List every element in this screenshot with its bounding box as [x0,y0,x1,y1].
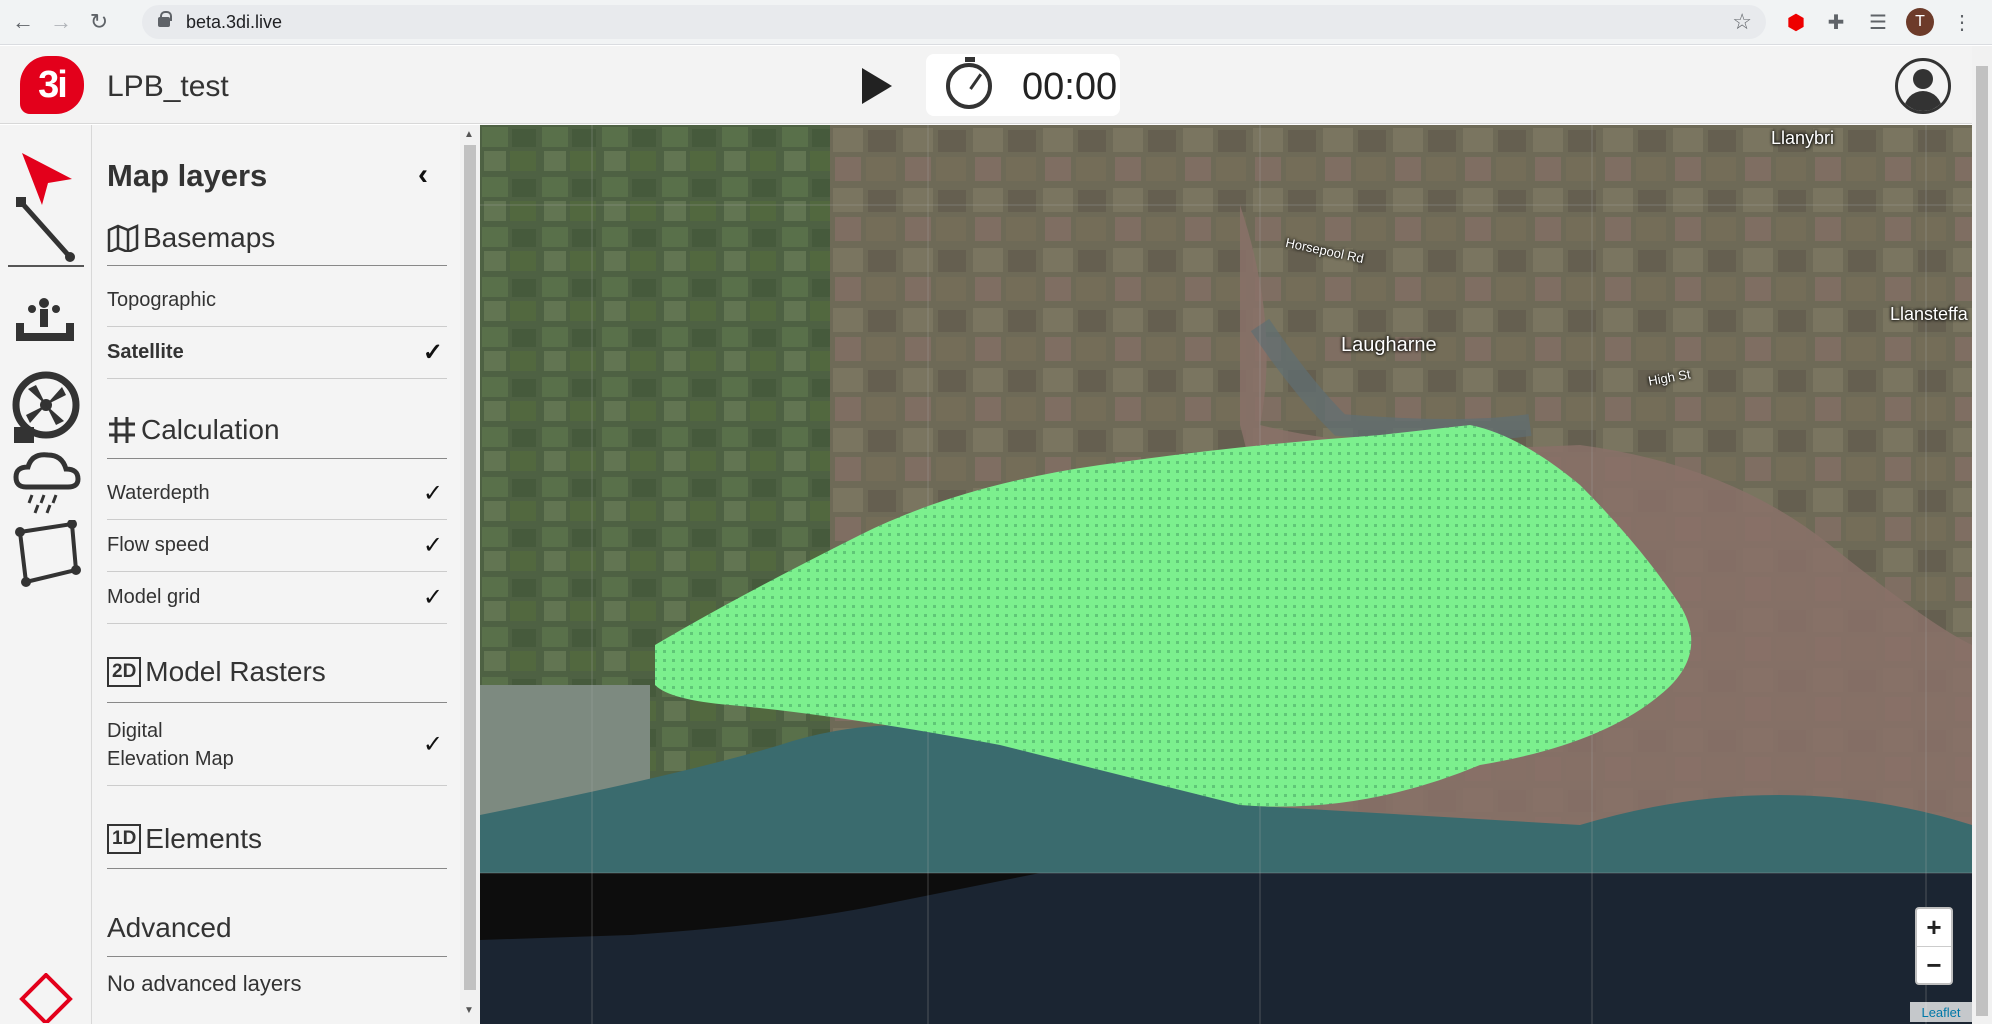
check-icon: ✓ [422,584,443,611]
browser-menu-icon[interactable]: ⋮ [1948,8,1976,36]
section-model-rasters-title: Model Rasters [145,656,326,687]
panel-title: Map layers [107,158,268,193]
check-icon: ✓ [422,532,443,559]
profile-initial: T [1906,8,1934,36]
satellite-basemap [480,125,1972,1024]
app-logo[interactable]: 3i [20,56,84,114]
layer-label: Flow speed [107,534,210,556]
tool-sidebar [0,125,92,1024]
section-basemaps: Basemaps [107,222,275,254]
timer-text: 00:00 [1022,66,1118,108]
line-draw-icon[interactable] [12,197,82,267]
layer-satellite[interactable]: Satellite ✓ [107,327,447,379]
adblock-extension-icon[interactable]: ⬢ [1782,8,1810,36]
page-scrollbar[interactable] [1972,46,1992,1024]
check-icon: ✓ [422,731,443,758]
map-icon [107,224,139,252]
map-canvas[interactable]: Llanybri Horsepool Rd Laugharne High St … [480,125,1972,1024]
section-calculation-title: Calculation [141,414,280,445]
lock-icon [158,11,172,27]
section-model-rasters: 2D Model Rasters [107,656,326,688]
scroll-down-icon[interactable]: ▼ [464,1005,474,1016]
advanced-empty-text: No advanced layers [107,958,447,1010]
layer-label: Digital Elevation Map [107,717,234,773]
timer-display: 00:00 [926,54,1120,116]
tools-divider [8,265,84,267]
collapse-panel-button[interactable]: ‹ [418,158,428,192]
layer-digital-elevation-map[interactable]: Digital Elevation Map ✓ [107,704,447,786]
layer-model-grid[interactable]: Model grid ✓ [107,572,447,624]
section-advanced-title: Advanced [107,912,232,943]
stopwatch-icon [946,57,992,109]
browser-toolbar: ← → ↻ beta.3di.live ☆ ⬢ ✚ ☰ T ⋮ [0,0,1992,45]
app-header: 3i LPB_test 00:00 [0,46,1992,124]
address-bar[interactable]: beta.3di.live ☆ [142,5,1766,39]
section-rule [107,458,447,459]
map-label-llansteffan: Llansteffa [1890,304,1968,324]
section-rule [107,956,447,957]
layer-label: Satellite [107,341,184,363]
extensions-puzzle-icon[interactable]: ✚ [1822,8,1850,36]
polygon-draw-icon[interactable] [12,520,82,590]
advanced-empty-label: No advanced layers [107,971,302,996]
section-basemaps-title: Basemaps [143,222,276,253]
zoom-out-button[interactable]: − [1917,946,1951,983]
url-text[interactable]: beta.3di.live [186,12,282,33]
badge-2d: 2D [107,657,142,687]
zoom-in-button[interactable]: + [1917,909,1951,946]
layer-waterdepth[interactable]: Waterdepth ✓ [107,468,447,520]
play-icon[interactable] [862,68,892,104]
section-calculation: Calculation [107,414,280,446]
map-label-laugharne: Laugharne [1341,334,1437,356]
section-rule [107,265,447,266]
page-scroll-thumb[interactable] [1976,66,1988,1016]
layer-topographic[interactable]: Topographic [107,275,447,327]
pump-icon[interactable] [12,365,82,445]
check-icon: ✓ [422,480,443,507]
reload-icon[interactable]: ↻ [84,7,114,37]
leaflet-attribution-link[interactable]: Leaflet [1910,1002,1972,1022]
section-advanced: Advanced [107,912,232,944]
section-rule [107,702,447,703]
profile-avatar[interactable]: T [1906,8,1934,36]
project-name: LPB_test [107,70,229,103]
back-icon[interactable]: ← [8,7,38,37]
bookmark-star-icon[interactable]: ☆ [1732,9,1752,35]
scroll-up-icon[interactable]: ▲ [464,129,474,140]
user-account-icon[interactable] [1895,58,1951,114]
section-elements: 1D Elements [107,823,262,855]
rain-cloud-icon[interactable] [12,447,82,517]
badge-1d: 1D [107,824,142,854]
layer-label: Model grid [107,586,201,608]
breach-diamond-icon[interactable] [12,973,82,1023]
panel-scroll-thumb[interactable] [464,145,476,990]
panel-scrollbar[interactable]: ▲ ▼ [460,125,480,1024]
fountain-source-icon[interactable] [12,295,82,365]
forward-icon[interactable]: → [46,7,76,37]
grid-hash-icon [109,417,135,443]
zoom-control: + − [1915,907,1953,985]
layer-flow-speed[interactable]: Flow speed ✓ [107,520,447,572]
check-icon: ✓ [422,339,443,366]
section-rule [107,868,447,869]
section-elements-title: Elements [145,823,263,854]
layer-label-line1: Digital [107,719,163,742]
map-label-llanybri: Llanybri [1771,128,1835,148]
layer-label: Topographic [107,289,216,311]
layer-label-line2: Elevation Map [107,747,234,770]
media-queue-icon[interactable]: ☰ [1864,8,1892,36]
layer-label: Waterdepth [107,482,210,504]
